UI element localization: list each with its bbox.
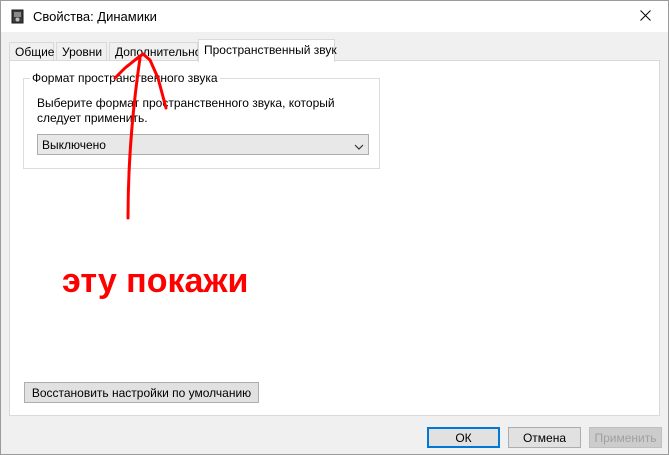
tab-strip: Общие Уровни Дополнительно Пространствен… bbox=[9, 39, 659, 62]
cancel-button[interactable]: Отмена bbox=[508, 427, 581, 448]
apply-button: Применить bbox=[589, 427, 662, 448]
close-button[interactable] bbox=[622, 1, 668, 32]
title-bar[interactable]: Свойства: Динамики bbox=[1, 1, 668, 32]
ok-button[interactable]: ОК bbox=[427, 427, 500, 448]
tab-general[interactable]: Общие bbox=[9, 42, 54, 62]
group-description: Выберите формат пространственного звука,… bbox=[37, 96, 335, 125]
close-icon bbox=[639, 9, 651, 24]
tab-advanced[interactable]: Дополнительно bbox=[109, 42, 201, 62]
tab-levels[interactable]: Уровни bbox=[56, 42, 107, 62]
spatial-format-group: Формат пространственного звука Выберите … bbox=[23, 71, 380, 169]
spatial-format-select[interactable]: Выключено bbox=[37, 134, 369, 155]
group-title: Формат пространственного звука bbox=[30, 71, 220, 85]
chevron-down-icon bbox=[354, 140, 364, 150]
tab-spatial-sound[interactable]: Пространственный звук bbox=[198, 39, 337, 62]
annotation-text: эту покажи bbox=[62, 262, 249, 300]
properties-window: Свойства: Динамики Общие Уровни Дополнит… bbox=[0, 0, 669, 455]
tab-panel-spatial-sound: Формат пространственного звука Выберите … bbox=[9, 60, 660, 416]
window-title: Свойства: Динамики bbox=[33, 9, 157, 24]
restore-defaults-button[interactable]: Восстановить настройки по умолчанию bbox=[24, 382, 259, 403]
speaker-icon bbox=[11, 9, 25, 24]
select-value: Выключено bbox=[42, 138, 106, 152]
